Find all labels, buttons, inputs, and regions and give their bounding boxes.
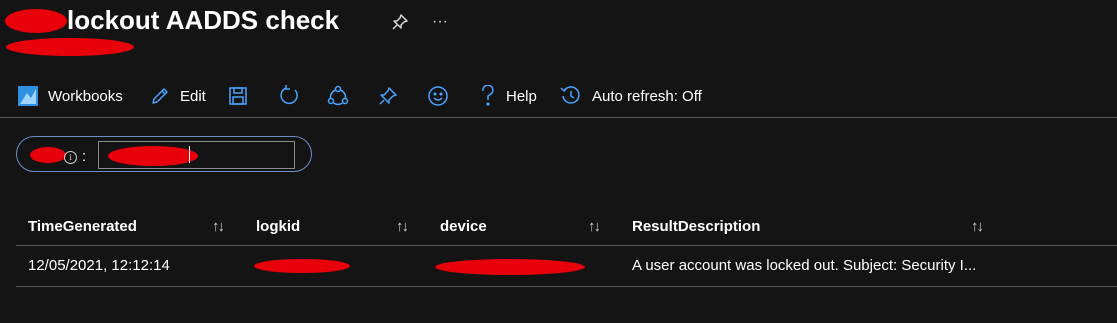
auto-refresh-label: Auto refresh: Off <box>592 87 702 105</box>
column-header-logkid[interactable]: logkid <box>256 218 300 235</box>
column-header-device[interactable]: device <box>440 218 487 235</box>
pin-icon <box>379 87 397 105</box>
save-icon <box>229 87 247 105</box>
results-grid: TimeGenerated ↑↓ logkid ↑↓ device ↑↓ Res… <box>16 207 1117 287</box>
redacted-subtitle <box>6 38 134 56</box>
share-icon <box>327 85 349 106</box>
redacted-parameter-name <box>30 147 66 163</box>
workbooks-icon <box>18 86 38 106</box>
text-caret <box>189 146 190 163</box>
edit-button[interactable]: Edit <box>150 80 206 112</box>
sort-icon[interactable]: ↑↓ <box>212 218 225 235</box>
help-button[interactable]: Help <box>480 80 537 112</box>
auto-refresh-icon <box>560 86 580 104</box>
auto-refresh-button[interactable]: Auto refresh: Off <box>560 80 702 112</box>
parameter-colon: : <box>82 148 87 165</box>
toolbar-divider <box>0 117 1117 118</box>
refresh-icon <box>280 85 298 105</box>
toolbar: Workbooks Edit Help Auto refresh: Off <box>0 80 1117 116</box>
cell-timegenerated: 12/05/2021, 12:12:14 <box>28 257 170 274</box>
sort-icon[interactable]: ↑↓ <box>971 218 984 235</box>
redacted-logkid <box>254 259 350 273</box>
redacted-title-prefix <box>5 9 67 33</box>
help-label: Help <box>506 87 537 105</box>
share-button[interactable] <box>327 80 349 112</box>
edit-label: Edit <box>180 87 206 105</box>
redacted-parameter-value <box>108 146 198 166</box>
cell-resultdescription: A user account was locked out. Subject: … <box>632 257 977 274</box>
page-title: lockout AADDS check <box>67 5 340 35</box>
workbooks-button[interactable]: Workbooks <box>18 80 123 112</box>
grid-header: TimeGenerated ↑↓ logkid ↑↓ device ↑↓ Res… <box>16 207 1117 246</box>
sort-icon[interactable]: ↑↓ <box>588 218 601 235</box>
feedback-button[interactable] <box>427 80 449 112</box>
edit-icon <box>152 88 168 104</box>
ellipsis-icon[interactable]: ··· <box>430 12 450 32</box>
info-icon[interactable]: i <box>64 151 77 164</box>
help-icon <box>482 85 494 106</box>
save-button[interactable] <box>228 80 248 112</box>
feedback-icon <box>428 86 448 106</box>
column-header-timegenerated[interactable]: TimeGenerated <box>28 218 137 235</box>
sort-icon[interactable]: ↑↓ <box>396 218 409 235</box>
pin-icon[interactable] <box>390 12 410 32</box>
workbooks-label: Workbooks <box>48 87 123 105</box>
pin-toolbar-button[interactable] <box>378 80 398 112</box>
refresh-button[interactable] <box>278 80 300 112</box>
column-header-resultdescription[interactable]: ResultDescription <box>632 218 760 235</box>
redacted-device <box>435 259 585 275</box>
